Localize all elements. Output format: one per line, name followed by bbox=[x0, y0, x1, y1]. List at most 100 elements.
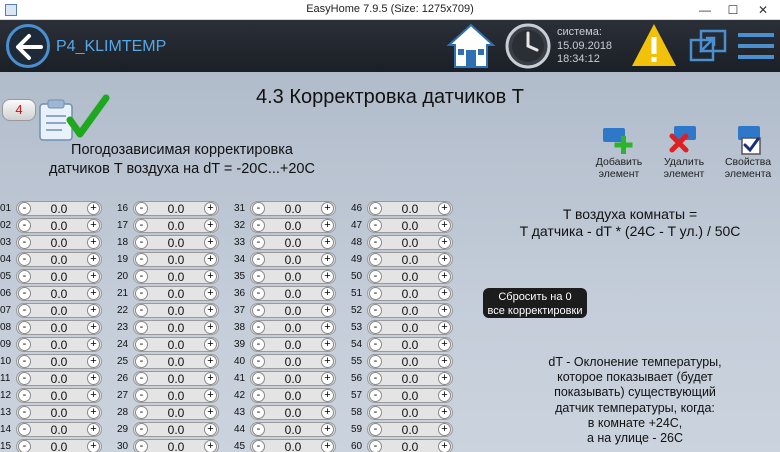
increment-button[interactable]: + bbox=[87, 423, 100, 436]
increment-button[interactable]: + bbox=[321, 304, 334, 317]
sensor-value[interactable]: 0.0 bbox=[150, 338, 202, 352]
decrement-button[interactable]: - bbox=[252, 202, 265, 215]
increment-button[interactable]: + bbox=[438, 253, 451, 266]
sensor-stepper[interactable]: -0.0 + bbox=[16, 337, 102, 352]
sensor-value[interactable]: 0.0 bbox=[384, 304, 436, 318]
sensor-stepper[interactable]: -0.0 + bbox=[133, 439, 219, 452]
increment-button[interactable]: + bbox=[321, 440, 334, 452]
increment-button[interactable]: + bbox=[321, 270, 334, 283]
menu-icon[interactable] bbox=[736, 30, 776, 62]
close-button[interactable]: ✕ bbox=[748, 0, 778, 20]
increment-button[interactable]: + bbox=[87, 338, 100, 351]
sensor-stepper[interactable]: -0.0 + bbox=[16, 201, 102, 216]
sensor-value[interactable]: 0.0 bbox=[33, 406, 85, 420]
sensor-value[interactable]: 0.0 bbox=[267, 236, 319, 250]
sensor-value[interactable]: 0.0 bbox=[33, 304, 85, 318]
sensor-stepper[interactable]: -0.0 + bbox=[367, 320, 453, 335]
sensor-value[interactable]: 0.0 bbox=[267, 304, 319, 318]
sensor-stepper[interactable]: -0.0 + bbox=[133, 218, 219, 233]
sensor-value[interactable]: 0.0 bbox=[33, 219, 85, 233]
sensor-stepper[interactable]: -0.0 + bbox=[250, 201, 336, 216]
decrement-button[interactable]: - bbox=[135, 423, 148, 436]
sensor-stepper[interactable]: -0.0 + bbox=[250, 320, 336, 335]
decrement-button[interactable]: - bbox=[252, 253, 265, 266]
increment-button[interactable]: + bbox=[438, 423, 451, 436]
sensor-value[interactable]: 0.0 bbox=[384, 236, 436, 250]
sensor-value[interactable]: 0.0 bbox=[267, 440, 319, 452]
sensor-value[interactable]: 0.0 bbox=[150, 219, 202, 233]
sensor-value[interactable]: 0.0 bbox=[267, 372, 319, 386]
sensor-stepper[interactable]: -0.0 + bbox=[16, 439, 102, 452]
sensor-stepper[interactable]: -0.0 + bbox=[367, 269, 453, 284]
sensor-stepper[interactable]: -0.0 + bbox=[16, 371, 102, 386]
sensor-stepper[interactable]: -0.0 + bbox=[16, 286, 102, 301]
sensor-value[interactable]: 0.0 bbox=[150, 202, 202, 216]
decrement-button[interactable]: - bbox=[18, 372, 31, 385]
decrement-button[interactable]: - bbox=[18, 219, 31, 232]
decrement-button[interactable]: - bbox=[135, 355, 148, 368]
decrement-button[interactable]: - bbox=[369, 270, 382, 283]
sensor-stepper[interactable]: -0.0 + bbox=[133, 303, 219, 318]
increment-button[interactable]: + bbox=[321, 321, 334, 334]
increment-button[interactable]: + bbox=[438, 338, 451, 351]
sensor-stepper[interactable]: -0.0 + bbox=[250, 439, 336, 452]
increment-button[interactable]: + bbox=[204, 253, 217, 266]
minimize-button[interactable]: — bbox=[690, 0, 720, 20]
sensor-value[interactable]: 0.0 bbox=[150, 423, 202, 437]
sensor-stepper[interactable]: -0.0 + bbox=[16, 235, 102, 250]
increment-button[interactable]: + bbox=[438, 406, 451, 419]
sensor-value[interactable]: 0.0 bbox=[267, 321, 319, 335]
decrement-button[interactable]: - bbox=[135, 406, 148, 419]
increment-button[interactable]: + bbox=[204, 202, 217, 215]
sensor-stepper[interactable]: -0.0 + bbox=[16, 218, 102, 233]
increment-button[interactable]: + bbox=[204, 321, 217, 334]
sensor-stepper[interactable]: -0.0 + bbox=[367, 439, 453, 452]
sensor-value[interactable]: 0.0 bbox=[33, 423, 85, 437]
decrement-button[interactable]: - bbox=[252, 423, 265, 436]
decrement-button[interactable]: - bbox=[135, 270, 148, 283]
increment-button[interactable]: + bbox=[204, 304, 217, 317]
decrement-button[interactable]: - bbox=[135, 338, 148, 351]
sensor-stepper[interactable]: -0.0 + bbox=[250, 269, 336, 284]
sensor-value[interactable]: 0.0 bbox=[150, 372, 202, 386]
sensor-stepper[interactable]: -0.0 + bbox=[133, 371, 219, 386]
decrement-button[interactable]: - bbox=[252, 440, 265, 452]
decrement-button[interactable]: - bbox=[135, 440, 148, 452]
decrement-button[interactable]: - bbox=[369, 236, 382, 249]
decrement-button[interactable]: - bbox=[18, 406, 31, 419]
sensor-value[interactable]: 0.0 bbox=[33, 338, 85, 352]
increment-button[interactable]: + bbox=[87, 372, 100, 385]
sensor-stepper[interactable]: -0.0 + bbox=[133, 405, 219, 420]
sensor-stepper[interactable]: -0.0 + bbox=[367, 422, 453, 437]
decrement-button[interactable]: - bbox=[252, 321, 265, 334]
warning-icon[interactable] bbox=[630, 22, 678, 68]
sensor-value[interactable]: 0.0 bbox=[267, 406, 319, 420]
sensor-stepper[interactable]: -0.0 + bbox=[133, 269, 219, 284]
increment-button[interactable]: + bbox=[87, 389, 100, 402]
sensor-value[interactable]: 0.0 bbox=[33, 372, 85, 386]
decrement-button[interactable]: - bbox=[18, 253, 31, 266]
sensor-value[interactable]: 0.0 bbox=[384, 219, 436, 233]
increment-button[interactable]: + bbox=[204, 389, 217, 402]
decrement-button[interactable]: - bbox=[369, 372, 382, 385]
decrement-button[interactable]: - bbox=[135, 219, 148, 232]
sensor-stepper[interactable]: -0.0 + bbox=[250, 235, 336, 250]
sensor-stepper[interactable]: -0.0 + bbox=[250, 422, 336, 437]
sensor-value[interactable]: 0.0 bbox=[267, 355, 319, 369]
increment-button[interactable]: + bbox=[87, 270, 100, 283]
sensor-stepper[interactable]: -0.0 + bbox=[367, 354, 453, 369]
increment-button[interactable]: + bbox=[321, 423, 334, 436]
decrement-button[interactable]: - bbox=[135, 236, 148, 249]
increment-button[interactable]: + bbox=[204, 440, 217, 452]
sensor-stepper[interactable]: -0.0 + bbox=[250, 218, 336, 233]
sensor-stepper[interactable]: -0.0 + bbox=[367, 201, 453, 216]
decrement-button[interactable]: - bbox=[252, 219, 265, 232]
increment-button[interactable]: + bbox=[438, 355, 451, 368]
sensor-value[interactable]: 0.0 bbox=[150, 389, 202, 403]
element-properties-button[interactable]: Свойства элемента bbox=[718, 122, 778, 180]
decrement-button[interactable]: - bbox=[18, 355, 31, 368]
sensor-value[interactable]: 0.0 bbox=[384, 253, 436, 267]
sensor-stepper[interactable]: -0.0 + bbox=[133, 320, 219, 335]
sensor-stepper[interactable]: -0.0 + bbox=[250, 388, 336, 403]
decrement-button[interactable]: - bbox=[18, 287, 31, 300]
